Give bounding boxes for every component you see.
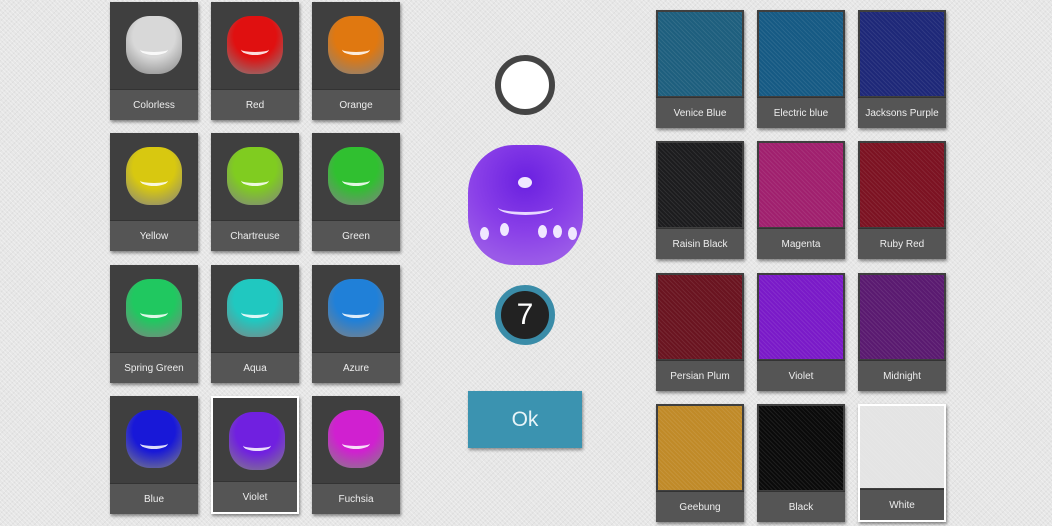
ok-button[interactable]: Ok [468, 391, 582, 448]
board-color-magenta[interactable]: Magenta [757, 141, 845, 259]
dice-icon [126, 16, 182, 74]
color-swatch [658, 275, 742, 359]
tile-label: Orange [312, 89, 400, 120]
board-color-violet[interactable]: Violet [757, 273, 845, 391]
color-swatch [860, 143, 944, 227]
pip [568, 227, 577, 240]
tile-label: Fuchsia [312, 483, 400, 514]
dice-color-aqua[interactable]: Aqua [211, 265, 299, 383]
board-color-electric-blue[interactable]: Electric blue [757, 10, 845, 128]
tile-label: Azure [312, 352, 400, 383]
board-color-raisin-black[interactable]: Raisin Black [656, 141, 744, 259]
dice-icon [328, 16, 384, 74]
dice-count-button[interactable]: 7 [495, 285, 555, 345]
tile-label: Venice Blue [656, 97, 744, 128]
dice-highlight [498, 200, 553, 215]
tile-label: Colorless [110, 89, 198, 120]
tile-label: Red [211, 89, 299, 120]
tile-label: Magenta [757, 228, 845, 259]
dice-icon [126, 410, 182, 468]
board-color-geebung[interactable]: Geebung [656, 404, 744, 522]
tile-label: Midnight [858, 360, 946, 391]
tile-label: Electric blue [757, 97, 845, 128]
dice-color-fuchsia[interactable]: Fuchsia [312, 396, 400, 514]
dice-preview [468, 145, 583, 265]
tile-label: Yellow [110, 220, 198, 251]
dice-icon [227, 16, 283, 74]
board-color-midnight[interactable]: Midnight [858, 273, 946, 391]
tile-label: White [860, 489, 944, 520]
dice-color-red[interactable]: Red [211, 2, 299, 120]
dice-icon [328, 410, 384, 468]
dice-icon [229, 412, 285, 470]
color-swatch [658, 406, 742, 490]
dice-icon [227, 147, 283, 205]
dice-color-orange[interactable]: Orange [312, 2, 400, 120]
board-color-black[interactable]: Black [757, 404, 845, 522]
color-swatch [860, 275, 944, 359]
dice-color-violet[interactable]: Violet [211, 396, 299, 514]
dice-color-colorless[interactable]: Colorless [110, 2, 198, 120]
board-color-ruby-red[interactable]: Ruby Red [858, 141, 946, 259]
dice-icon [328, 279, 384, 337]
dice-color-spring-green[interactable]: Spring Green [110, 265, 198, 383]
board-color-persian-plum[interactable]: Persian Plum [656, 273, 744, 391]
pip [480, 227, 489, 240]
tile-label: Jacksons Purple [858, 97, 946, 128]
tile-label: Violet [757, 360, 845, 391]
dice-icon [126, 279, 182, 337]
dice-color-blue[interactable]: Blue [110, 396, 198, 514]
color-swatch [860, 12, 944, 96]
dice-icon [126, 147, 182, 205]
dice-color-chartreuse[interactable]: Chartreuse [211, 133, 299, 251]
color-swatch [860, 406, 944, 488]
color-swatch [658, 143, 742, 227]
color-swatch [658, 12, 742, 96]
color-swatch [759, 143, 843, 227]
pip [518, 177, 532, 188]
pip [538, 225, 547, 238]
color-swatch [759, 406, 843, 490]
dice-color-green[interactable]: Green [312, 133, 400, 251]
dice-icon [227, 279, 283, 337]
board-color-white[interactable]: White [858, 404, 946, 522]
tile-label: Black [757, 491, 845, 522]
dice-color-azure[interactable]: Azure [312, 265, 400, 383]
dice-color-yellow[interactable]: Yellow [110, 133, 198, 251]
pip-color-toggle[interactable] [495, 55, 555, 115]
pip [500, 223, 509, 236]
tile-label: Green [312, 220, 400, 251]
pip [553, 225, 562, 238]
tile-label: Persian Plum [656, 360, 744, 391]
tile-label: Chartreuse [211, 220, 299, 251]
tile-label: Geebung [656, 491, 744, 522]
tile-label: Raisin Black [656, 228, 744, 259]
board-color-venice-blue[interactable]: Venice Blue [656, 10, 744, 128]
tile-label: Violet [213, 481, 297, 512]
tile-label: Blue [110, 483, 198, 514]
dice-icon [328, 147, 384, 205]
color-swatch [759, 275, 843, 359]
tile-label: Aqua [211, 352, 299, 383]
board-color-jacksons-purple[interactable]: Jacksons Purple [858, 10, 946, 128]
tile-label: Ruby Red [858, 228, 946, 259]
color-swatch [759, 12, 843, 96]
tile-label: Spring Green [110, 352, 198, 383]
